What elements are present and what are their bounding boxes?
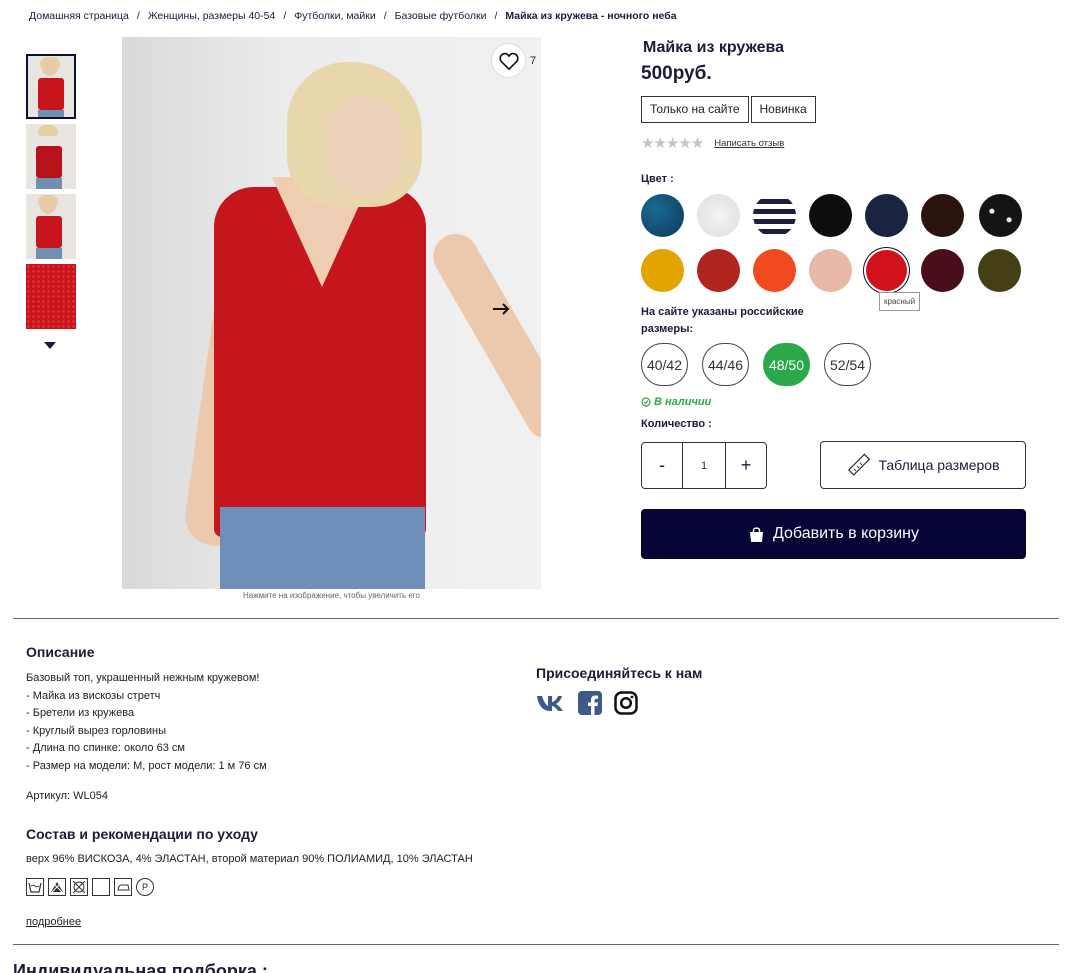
description-line: - Бретели из кружева <box>26 707 135 719</box>
swatch-petrol[interactable] <box>641 194 684 237</box>
swatch-black[interactable] <box>809 194 852 237</box>
product-main-image[interactable] <box>122 37 541 589</box>
swatch-rust[interactable] <box>697 249 740 292</box>
ruler-icon <box>848 453 871 476</box>
zoom-hint: Нажмите на изображение, чтобы увеличить … <box>243 591 420 600</box>
swatch-stripes[interactable] <box>753 194 796 237</box>
color-tooltip: красный <box>879 292 921 311</box>
facebook-icon[interactable] <box>578 691 602 715</box>
next-image-arrow-icon[interactable] <box>492 302 510 316</box>
dry-flat-icon <box>92 878 110 896</box>
instagram-icon[interactable] <box>614 691 638 715</box>
swatch-mustard[interactable] <box>641 249 684 292</box>
more-details-link[interactable]: подробнее <box>26 916 81 928</box>
product-title: Майка из кружева <box>643 39 785 56</box>
size-note: На сайте указаны российские размеры: <box>641 306 804 335</box>
description-line: - Размер на модели: M, рост модели: 1 м … <box>26 759 267 772</box>
add-to-cart-button[interactable]: Добавить в корзину <box>641 509 1026 559</box>
thumbnails-down-arrow-icon[interactable] <box>44 342 56 349</box>
thumbnail-2[interactable] <box>26 124 76 189</box>
swatch-khaki[interactable] <box>978 249 1021 292</box>
quantity-increase-button[interactable]: + <box>726 443 766 488</box>
size-option-44-46[interactable]: 44/46 <box>702 343 749 386</box>
size-option-40-42[interactable]: 40/42 <box>641 343 688 386</box>
size-option-48-50[interactable]: 48/50 <box>763 343 810 386</box>
quantity-label: Количество : <box>641 418 712 430</box>
tag-new: Новинка <box>750 96 816 123</box>
breadcrumb-women[interactable]: Женщины, размеры 40-54 <box>148 10 275 22</box>
quantity-decrease-button[interactable]: - <box>642 443 682 488</box>
swatch-brown[interactable] <box>921 194 964 237</box>
shopping-bag-icon <box>749 526 763 542</box>
heart-icon <box>498 52 519 70</box>
thumbnail-4[interactable] <box>26 264 76 329</box>
tag-online-only: Только на сайте <box>641 96 749 123</box>
description-line: - Круглый вырез горловины <box>26 724 167 737</box>
check-circle-icon <box>641 397 651 407</box>
description-line: - Длина по спинке: около 63 см <box>26 742 185 754</box>
swatch-white[interactable] <box>697 194 740 237</box>
favorites-count: 7 <box>530 55 537 67</box>
thumbnail-1[interactable] <box>26 54 76 119</box>
divider <box>13 618 1059 619</box>
product-price: 500руб. <box>641 63 712 84</box>
iron-low-icon <box>114 878 132 896</box>
personal-selection-title: Индивидуальная подборка : <box>13 961 268 973</box>
thumbnail-3[interactable] <box>26 194 76 259</box>
swatch-red[interactable] <box>866 250 907 291</box>
swatch-orange[interactable] <box>753 249 796 292</box>
breadcrumb-separator: / <box>283 10 287 22</box>
breadcrumb-current: Майка из кружева - ночного неба <box>505 10 677 22</box>
breadcrumb-separator: / <box>494 10 498 22</box>
no-tumble-dry-icon <box>70 878 88 896</box>
thumbnail-list <box>26 54 76 334</box>
size-option-52-54[interactable]: 52/54 <box>824 343 871 386</box>
breadcrumb-home[interactable]: Домашняя страница <box>29 10 129 22</box>
write-review-link[interactable]: Написать отзыв <box>714 138 784 149</box>
add-to-cart-label: Добавить в корзину <box>772 525 919 542</box>
stock-status: В наличии <box>641 396 711 408</box>
size-selector: 40/42 44/46 48/50 52/54 <box>641 343 871 386</box>
dry-clean-p-icon: P <box>136 878 154 896</box>
breadcrumb-separator: / <box>383 10 387 22</box>
article-number: Артикул: WL054 <box>26 790 108 802</box>
quantity-stepper: - + <box>641 442 767 489</box>
vk-icon[interactable] <box>536 693 566 713</box>
color-label: Цвет : <box>641 173 674 185</box>
swatch-burgundy[interactable] <box>921 249 964 292</box>
wash-30-icon <box>26 878 44 896</box>
quantity-input[interactable] <box>682 443 726 488</box>
description-text: Базовый топ, украшенный нежным кружевом!… <box>26 670 267 775</box>
rating-stars-icon: ★★★★★ <box>641 135 704 152</box>
social-links <box>536 691 638 715</box>
swatch-black-print[interactable] <box>979 194 1022 237</box>
care-icons: P <box>26 878 154 896</box>
description-title: Описание <box>26 644 95 660</box>
favorite-button[interactable] <box>491 43 526 78</box>
stock-status-text: В наличии <box>654 396 712 408</box>
composition-title: Состав и рекомендации по уходу <box>26 826 258 842</box>
rating: ★★★★★ Написать отзыв <box>641 134 784 152</box>
product-tags: Только на сайте Новинка <box>641 96 816 123</box>
no-bleach-icon <box>48 878 66 896</box>
divider <box>13 944 1059 945</box>
breadcrumb-separator: / <box>136 10 140 22</box>
swatch-nude[interactable] <box>809 249 852 292</box>
size-table-label: Таблица размеров <box>878 457 1000 473</box>
swatch-navy[interactable] <box>865 194 908 237</box>
breadcrumb-tshirts[interactable]: Футболки, майки <box>294 10 375 22</box>
social-title: Присоединяйтесь к нам <box>536 665 703 681</box>
breadcrumb-basic[interactable]: Базовые футболки <box>395 10 487 22</box>
composition-text: верх 96% ВИСКОЗА, 4% ЭЛАСТАН, второй мат… <box>26 853 473 865</box>
breadcrumb: Домашняя страница / Женщины, размеры 40-… <box>29 10 677 22</box>
description-line: Базовый топ, украшенный нежным кружевом! <box>26 672 260 684</box>
description-line: - Майка из вискозы стретч <box>26 689 161 702</box>
size-table-button[interactable]: Таблица размеров <box>820 441 1026 489</box>
